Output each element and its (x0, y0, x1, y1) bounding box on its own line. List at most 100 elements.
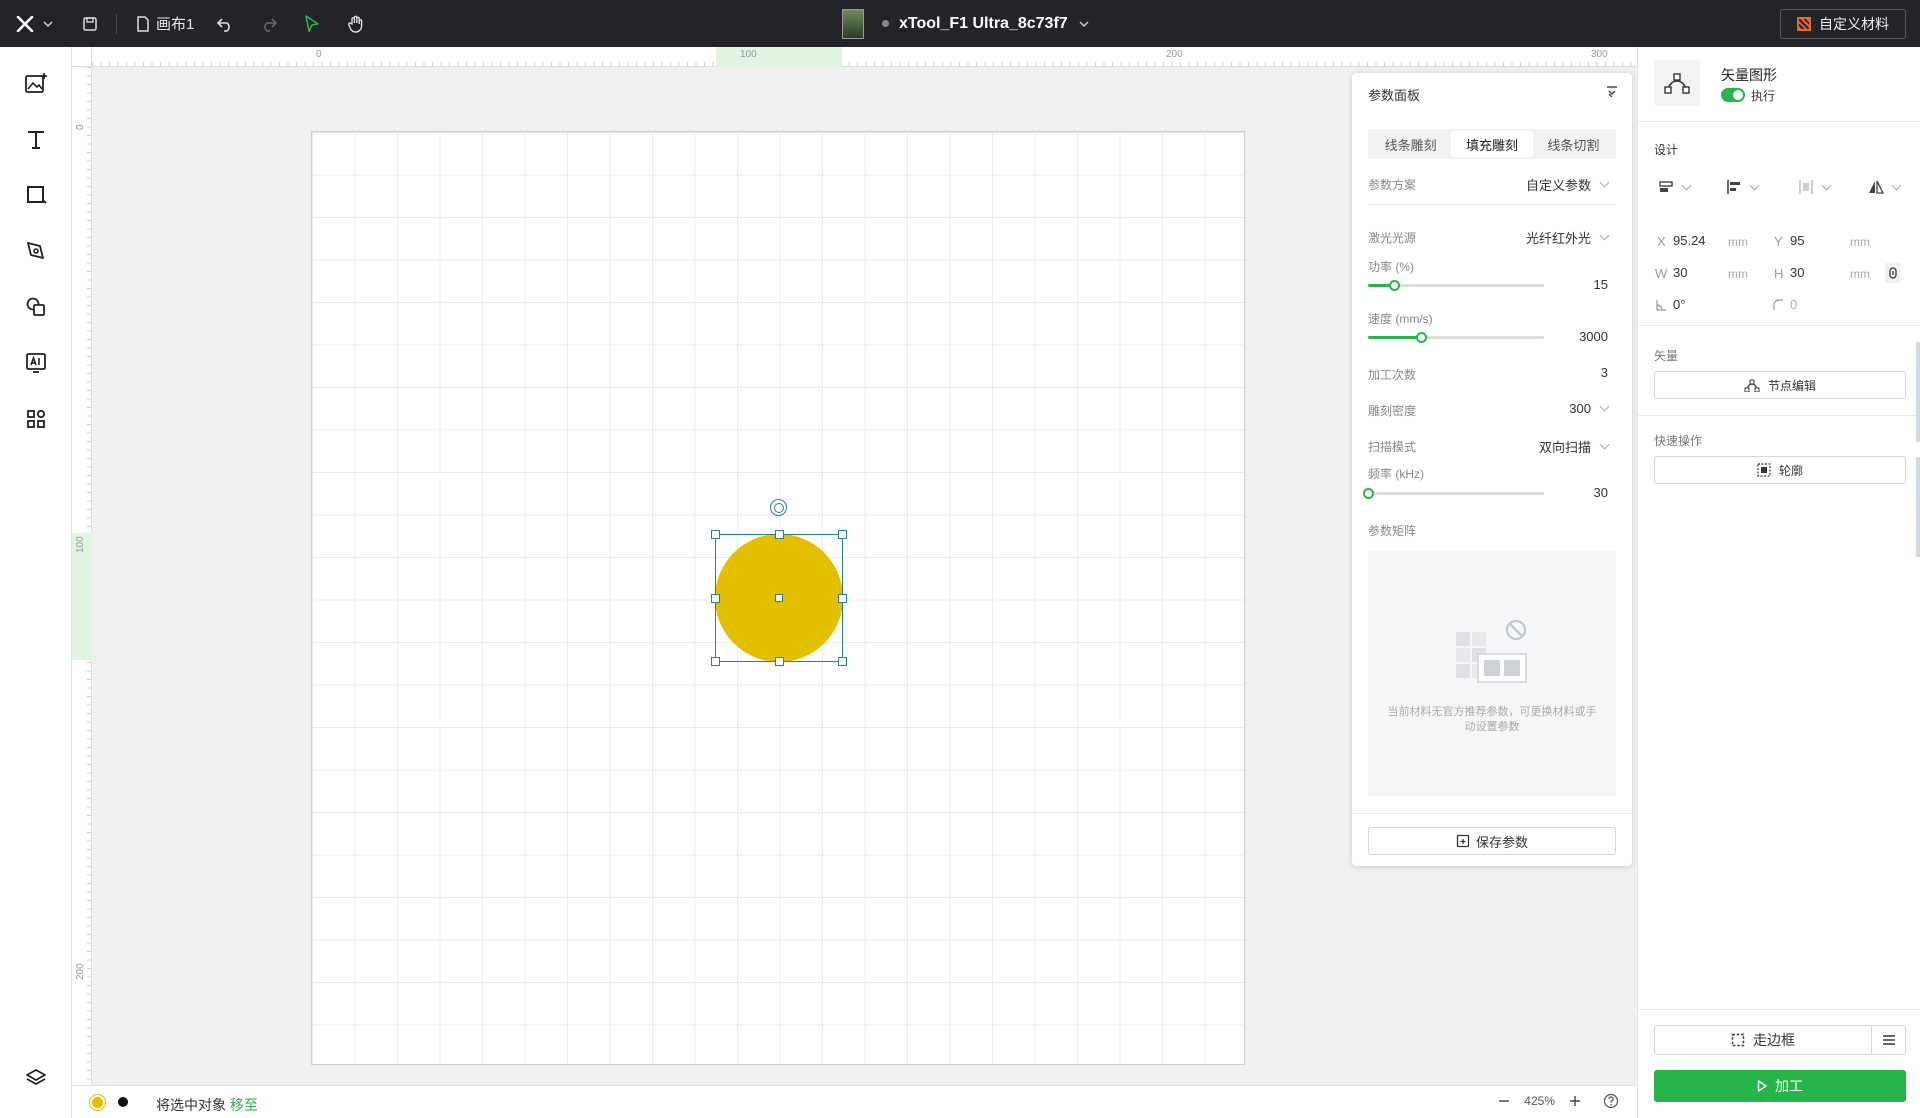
chevron-down-icon (1599, 177, 1610, 188)
execute-toggle[interactable] (1721, 88, 1745, 102)
resize-handle-e[interactable] (838, 594, 847, 603)
frame-button[interactable]: 走边框 (1654, 1025, 1872, 1055)
zoom-out-icon[interactable] (1498, 1095, 1510, 1107)
align-dropdown[interactable] (1726, 179, 1760, 195)
scan-mode-label: 扫描模式 (1368, 440, 1417, 454)
pen-tool-button[interactable] (20, 235, 52, 267)
layers-button[interactable] (20, 1062, 52, 1094)
save-button[interactable] (82, 0, 98, 47)
w-input[interactable]: 30 (1673, 265, 1687, 280)
lock-ratio-button[interactable] (1885, 263, 1901, 283)
slider-fill (1368, 336, 1421, 339)
h-input[interactable]: 30 (1790, 265, 1804, 280)
speed-slider[interactable] (1368, 332, 1544, 343)
apps-button[interactable] (20, 403, 52, 435)
help-icon[interactable] (1603, 1093, 1619, 1109)
vector-node-icon (1664, 73, 1690, 94)
passes-value[interactable]: 3 (1601, 365, 1608, 380)
zoom-in-icon[interactable] (1569, 1095, 1581, 1107)
frame-icon (1731, 1033, 1745, 1047)
redo-button[interactable] (260, 0, 278, 47)
device-thumbnail (842, 8, 864, 39)
x-input[interactable]: 95.24 (1673, 233, 1706, 248)
w-unit: mm (1728, 267, 1748, 281)
process-button[interactable]: 加工 (1654, 1070, 1906, 1102)
tab-line-cut[interactable]: 线条切割 (1533, 131, 1614, 157)
text-icon (28, 131, 44, 149)
distribute-dropdown[interactable] (1798, 179, 1832, 195)
rotation-input[interactable]: 0° (1673, 297, 1685, 312)
move-to-link[interactable]: 移至 (230, 1097, 258, 1113)
slider-knob[interactable] (1389, 280, 1401, 291)
y-input[interactable]: 95 (1790, 233, 1804, 248)
density-select[interactable]: 300 (1569, 401, 1610, 416)
divider (116, 14, 117, 34)
arrange-dropdown[interactable] (1658, 179, 1692, 195)
power-slider[interactable] (1368, 280, 1544, 291)
laser-source-select[interactable]: 光纤红外光 (1526, 228, 1610, 247)
layer-color-yellow[interactable] (92, 1097, 103, 1108)
resize-handle-se[interactable] (838, 657, 847, 666)
tab-fill-engrave[interactable]: 填充雕刻 (1451, 131, 1533, 157)
divider (1368, 204, 1616, 205)
slider-knob[interactable] (1415, 332, 1427, 343)
resize-handle-sw[interactable] (711, 657, 720, 666)
tab-line-engrave[interactable]: 线条雕刻 (1370, 131, 1451, 157)
distribute-icon (1799, 180, 1813, 194)
node-edit-label: 节点编辑 (1767, 378, 1816, 393)
ruler-top (92, 47, 1637, 67)
outline-button[interactable]: 轮廓 (1654, 456, 1906, 484)
resize-handle-nw[interactable] (711, 530, 720, 539)
scheme-select[interactable]: 自定义参数 (1526, 175, 1610, 194)
slider-knob[interactable] (1363, 488, 1374, 499)
corner-radius-input[interactable]: 0 (1790, 297, 1797, 312)
empty-matrix-text: 当前材料无官方推荐参数，可更换材料或手动设置参数 (1387, 706, 1597, 733)
device-selector[interactable]: xTool_F1 Ultra_8c73f7 (842, 0, 1090, 47)
elements-button[interactable] (20, 291, 52, 323)
undo-button[interactable] (216, 0, 234, 47)
frame-options-button[interactable] (1871, 1025, 1906, 1055)
speed-value[interactable]: 3000 (1579, 329, 1608, 344)
frequency-slider[interactable] (1363, 488, 1544, 499)
divider (1638, 1009, 1920, 1010)
custom-material-button[interactable]: 自定义材料 (1780, 9, 1906, 39)
scan-mode-select[interactable]: 双向扫描 (1539, 437, 1610, 456)
center-handle[interactable] (775, 594, 783, 602)
process-type-tabs: 线条雕刻 填充雕刻 线条切割 (1368, 129, 1616, 159)
collapse-panel-button[interactable] (1606, 85, 1618, 100)
resize-handle-ne[interactable] (838, 530, 847, 539)
zoom-value[interactable]: 425% (1524, 1094, 1555, 1108)
node-edit-button[interactable]: 节点编辑 (1654, 371, 1906, 399)
x-unit: mm (1728, 235, 1748, 249)
y-unit: mm (1850, 235, 1870, 249)
flip-dropdown[interactable] (1868, 179, 1902, 195)
play-icon (1757, 1080, 1767, 1092)
panel-edge-tab[interactable] (1916, 342, 1920, 442)
save-params-button[interactable]: 保存参数 (1368, 827, 1616, 855)
power-value[interactable]: 15 (1594, 277, 1608, 292)
power-label: 功率 (%) (1368, 260, 1414, 274)
layer-color-black[interactable] (118, 1097, 128, 1107)
app-menu[interactable] (16, 0, 54, 47)
resize-handle-w[interactable] (711, 594, 720, 603)
canvas-tab[interactable]: 画布1 (136, 0, 194, 47)
apps-grid-icon (27, 409, 46, 428)
shape-tool-button[interactable] (20, 179, 52, 211)
resize-handle-n[interactable] (775, 530, 784, 539)
rotate-handle[interactable] (770, 499, 787, 516)
chevron-down-icon (1599, 439, 1610, 450)
divider (1638, 415, 1920, 416)
text-tool-button[interactable] (20, 123, 52, 155)
scheme-label: 参数方案 (1368, 178, 1417, 192)
select-tool-button[interactable] (304, 0, 320, 47)
panel-edge-tab[interactable] (1916, 457, 1920, 557)
move-to-hint: 将选中对象 移至 (156, 1095, 258, 1115)
resize-handle-s[interactable] (775, 657, 784, 666)
add-image-button[interactable] (20, 67, 52, 99)
object-type-thumbnail (1654, 60, 1700, 106)
hand-icon (348, 15, 363, 33)
chevron-down-icon (1599, 230, 1610, 241)
frequency-value[interactable]: 30 (1594, 485, 1608, 500)
pan-tool-button[interactable] (348, 0, 364, 47)
ai-tool-button[interactable] (20, 347, 52, 379)
